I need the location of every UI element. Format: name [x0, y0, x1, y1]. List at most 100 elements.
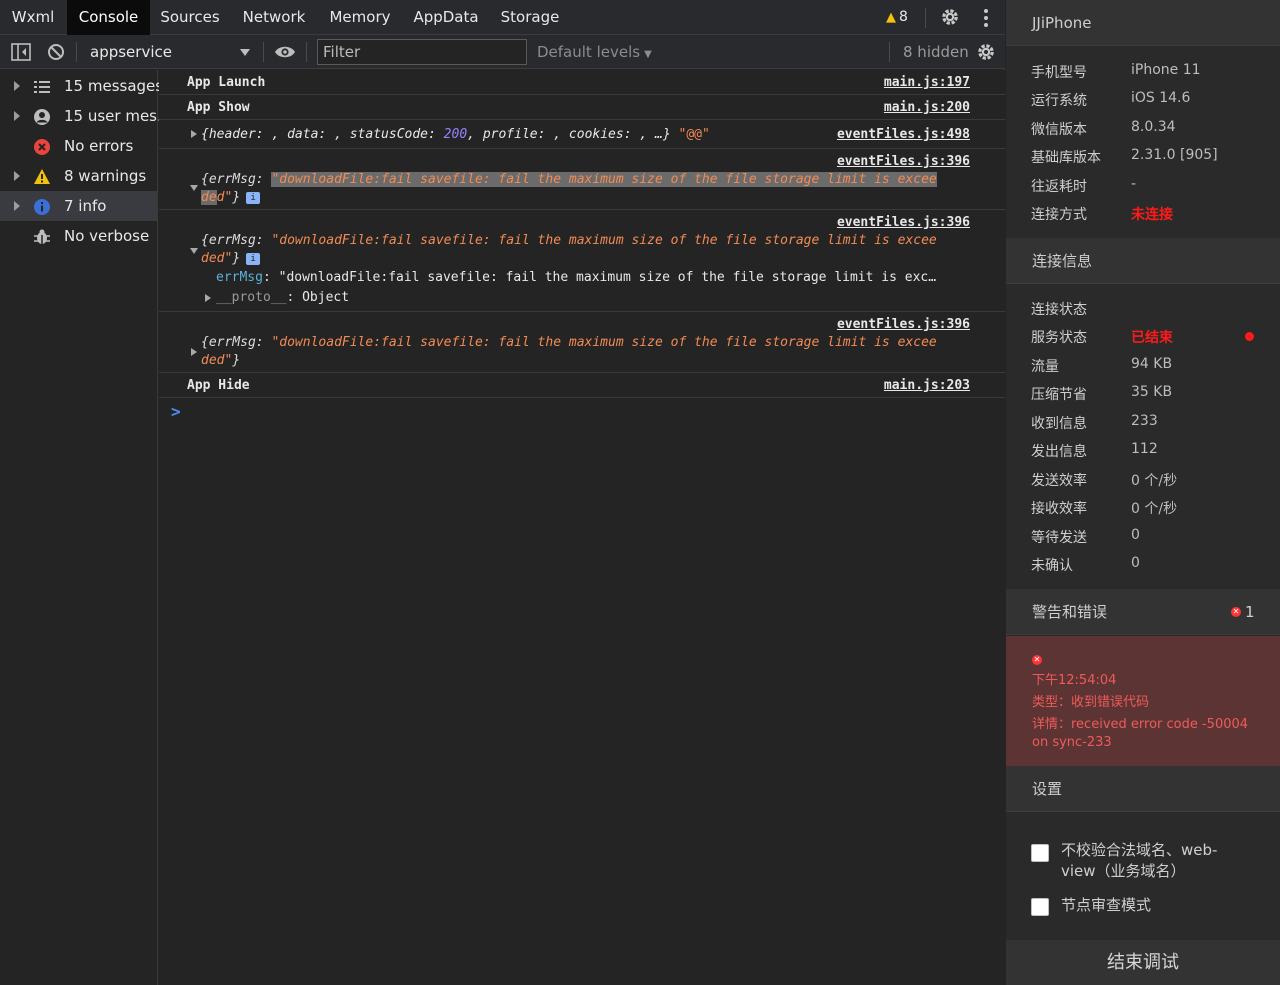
log-levels-label: Default levels: [537, 43, 641, 61]
object-brace: }: [232, 190, 241, 205]
expand-arrow-icon[interactable]: [14, 111, 20, 121]
error-object-line[interactable]: ded"} i: [201, 251, 977, 266]
end-debug-button[interactable]: 结束调试: [1006, 940, 1280, 985]
error-object-line[interactable]: {errMsg: "downloadFile:fail savefile: fa…: [201, 172, 977, 187]
info-value: 已结束: [1131, 330, 1173, 346]
connection-info-title: 连接信息: [1006, 238, 1280, 284]
info-row-connection-mode: 连接方式 未连接: [1031, 204, 1271, 232]
error-x-icon: ✕: [1032, 655, 1042, 665]
live-expression-eye-icon[interactable]: [274, 45, 296, 59]
source-link[interactable]: eventFiles.js:396: [837, 317, 970, 332]
collapse-arrow-icon[interactable]: [190, 248, 198, 254]
info-key: 发送效率: [1031, 473, 1087, 489]
tab-wxml[interactable]: Wxml: [0, 0, 66, 35]
info-badge-icon[interactable]: i: [246, 191, 261, 204]
info-key: 连接方式: [1031, 207, 1087, 223]
expand-arrow-icon[interactable]: [14, 171, 20, 181]
sidebar-item-errors[interactable]: No errors: [0, 131, 157, 161]
log-levels-dropdown[interactable]: Default levels ▼: [537, 35, 652, 69]
info-key: 等待发送: [1031, 530, 1087, 546]
warning-error-count: 1: [1245, 603, 1255, 621]
sidebar-item-info[interactable]: 7 info: [0, 191, 157, 221]
source-link[interactable]: eventFiles.js:498: [837, 127, 970, 142]
devtools-tab-bar: Wxml Console Sources Network Memory AppD…: [0, 0, 1005, 35]
sidebar-item-label: No verbose: [64, 227, 150, 245]
tab-memory[interactable]: Memory: [318, 0, 402, 35]
object-key: cookies: [568, 127, 624, 142]
source-link[interactable]: main.js:197: [884, 75, 970, 90]
node-inspect-checkbox[interactable]: [1031, 898, 1049, 916]
object-brace: }: [232, 353, 241, 368]
sidebar-item-warnings[interactable]: 8 warnings: [0, 161, 157, 191]
tab-console[interactable]: Console: [67, 0, 150, 35]
console-prompt[interactable]: >: [171, 402, 181, 421]
tab-appdata[interactable]: AppData: [402, 0, 490, 35]
string-value: ded": [201, 353, 233, 368]
info-value: 233: [1131, 413, 1158, 429]
info-value: 0: [1131, 555, 1140, 571]
property-row[interactable]: errMsg: "downloadFile:fail savefile: fai…: [216, 270, 976, 285]
tab-network[interactable]: Network: [230, 0, 318, 35]
info-value: 94 KB: [1131, 356, 1173, 372]
error-object-line[interactable]: {errMsg: "downloadFile:fail savefile: fa…: [201, 233, 977, 248]
conn-row-status: 连接状态: [1031, 299, 1271, 327]
object-preview[interactable]: {header: , data: , statusCode: 200, prof…: [201, 127, 710, 142]
expand-arrow-icon[interactable]: [14, 201, 20, 211]
expand-arrow-icon[interactable]: [14, 81, 20, 91]
error-object-line[interactable]: ded"} i: [201, 190, 977, 205]
tab-sources[interactable]: Sources: [150, 0, 230, 35]
more-options-icon[interactable]: [984, 9, 988, 27]
string-value: ded": [201, 251, 233, 266]
console-settings-gear-icon[interactable]: [976, 42, 996, 62]
settings-gear-icon[interactable]: [940, 7, 960, 27]
chevron-down-icon[interactable]: [240, 49, 250, 56]
source-link[interactable]: main.js:203: [884, 378, 970, 393]
toggle-sidebar-icon[interactable]: [11, 43, 31, 61]
skip-domain-check-checkbox[interactable]: [1031, 844, 1049, 862]
object-key: {errMsg:: [201, 172, 272, 187]
info-icon: [34, 199, 50, 215]
console-log: App Launch main.js:197 App Show main.js:…: [159, 70, 1005, 985]
divider: [306, 42, 307, 62]
expand-arrow-icon[interactable]: [205, 294, 211, 302]
warning-count: 8: [899, 9, 908, 25]
object-key: header: [208, 127, 256, 142]
proto-row[interactable]: __proto__: Object: [216, 290, 349, 305]
clear-console-icon[interactable]: [47, 43, 65, 61]
user-icon: [34, 109, 50, 125]
collapse-arrow-icon[interactable]: [190, 185, 198, 191]
source-link[interactable]: main.js:200: [884, 100, 970, 115]
number-value: 200: [443, 127, 468, 142]
error-object-line[interactable]: ded"}: [201, 353, 977, 368]
error-object-line[interactable]: {errMsg: "downloadFile:fail savefile: fa…: [201, 335, 977, 350]
sidebar-item-label: 8 warnings: [64, 167, 147, 185]
source-link[interactable]: eventFiles.js:396: [837, 215, 970, 230]
expand-arrow-icon[interactable]: [191, 130, 197, 138]
info-badge-icon[interactable]: i: [246, 252, 261, 265]
log-row-object: {header: , data: , statusCode: 200, prof…: [159, 120, 1005, 149]
log-row-error-object: eventFiles.js:396 {errMsg: "downloadFile…: [159, 149, 1005, 210]
info-key: 往返耗时: [1031, 179, 1087, 195]
source-link[interactable]: eventFiles.js:396: [837, 154, 970, 169]
info-key: 基础库版本: [1031, 150, 1101, 166]
tab-storage[interactable]: Storage: [490, 0, 570, 35]
info-value: iOS 14.6: [1131, 90, 1191, 106]
error-entry: ✕ 下午12:54:04 类型：收到错误代码 详情：received error…: [1006, 636, 1280, 766]
option-label-line: 不校验合法域名、web-: [1061, 841, 1218, 859]
info-row-lib-version: 基础库版本 2.31.0 [905]: [1031, 147, 1271, 175]
info-value: 0: [1131, 527, 1140, 543]
sidebar-item-messages[interactable]: 15 messages: [0, 71, 163, 101]
object-key: statusCode: [349, 127, 429, 142]
sidebar-item-verbose[interactable]: No verbose: [0, 221, 157, 251]
expand-arrow-icon[interactable]: [191, 348, 197, 356]
info-value: -: [1131, 176, 1137, 192]
context-selector[interactable]: appservice: [90, 35, 172, 69]
filter-input[interactable]: [317, 39, 527, 65]
info-key: 发出信息: [1031, 444, 1087, 460]
warning-counter[interactable]: ▲ 8: [886, 0, 908, 35]
error-detail-cont: on sync-233: [1032, 735, 1112, 750]
info-value: 8.0.34: [1131, 119, 1176, 135]
object-key: {errMsg:: [201, 335, 272, 350]
property-value: "downloadFile:fail savefile: fail the ma…: [278, 270, 937, 285]
sidebar-item-user-messages[interactable]: 15 user mes...: [0, 101, 171, 131]
